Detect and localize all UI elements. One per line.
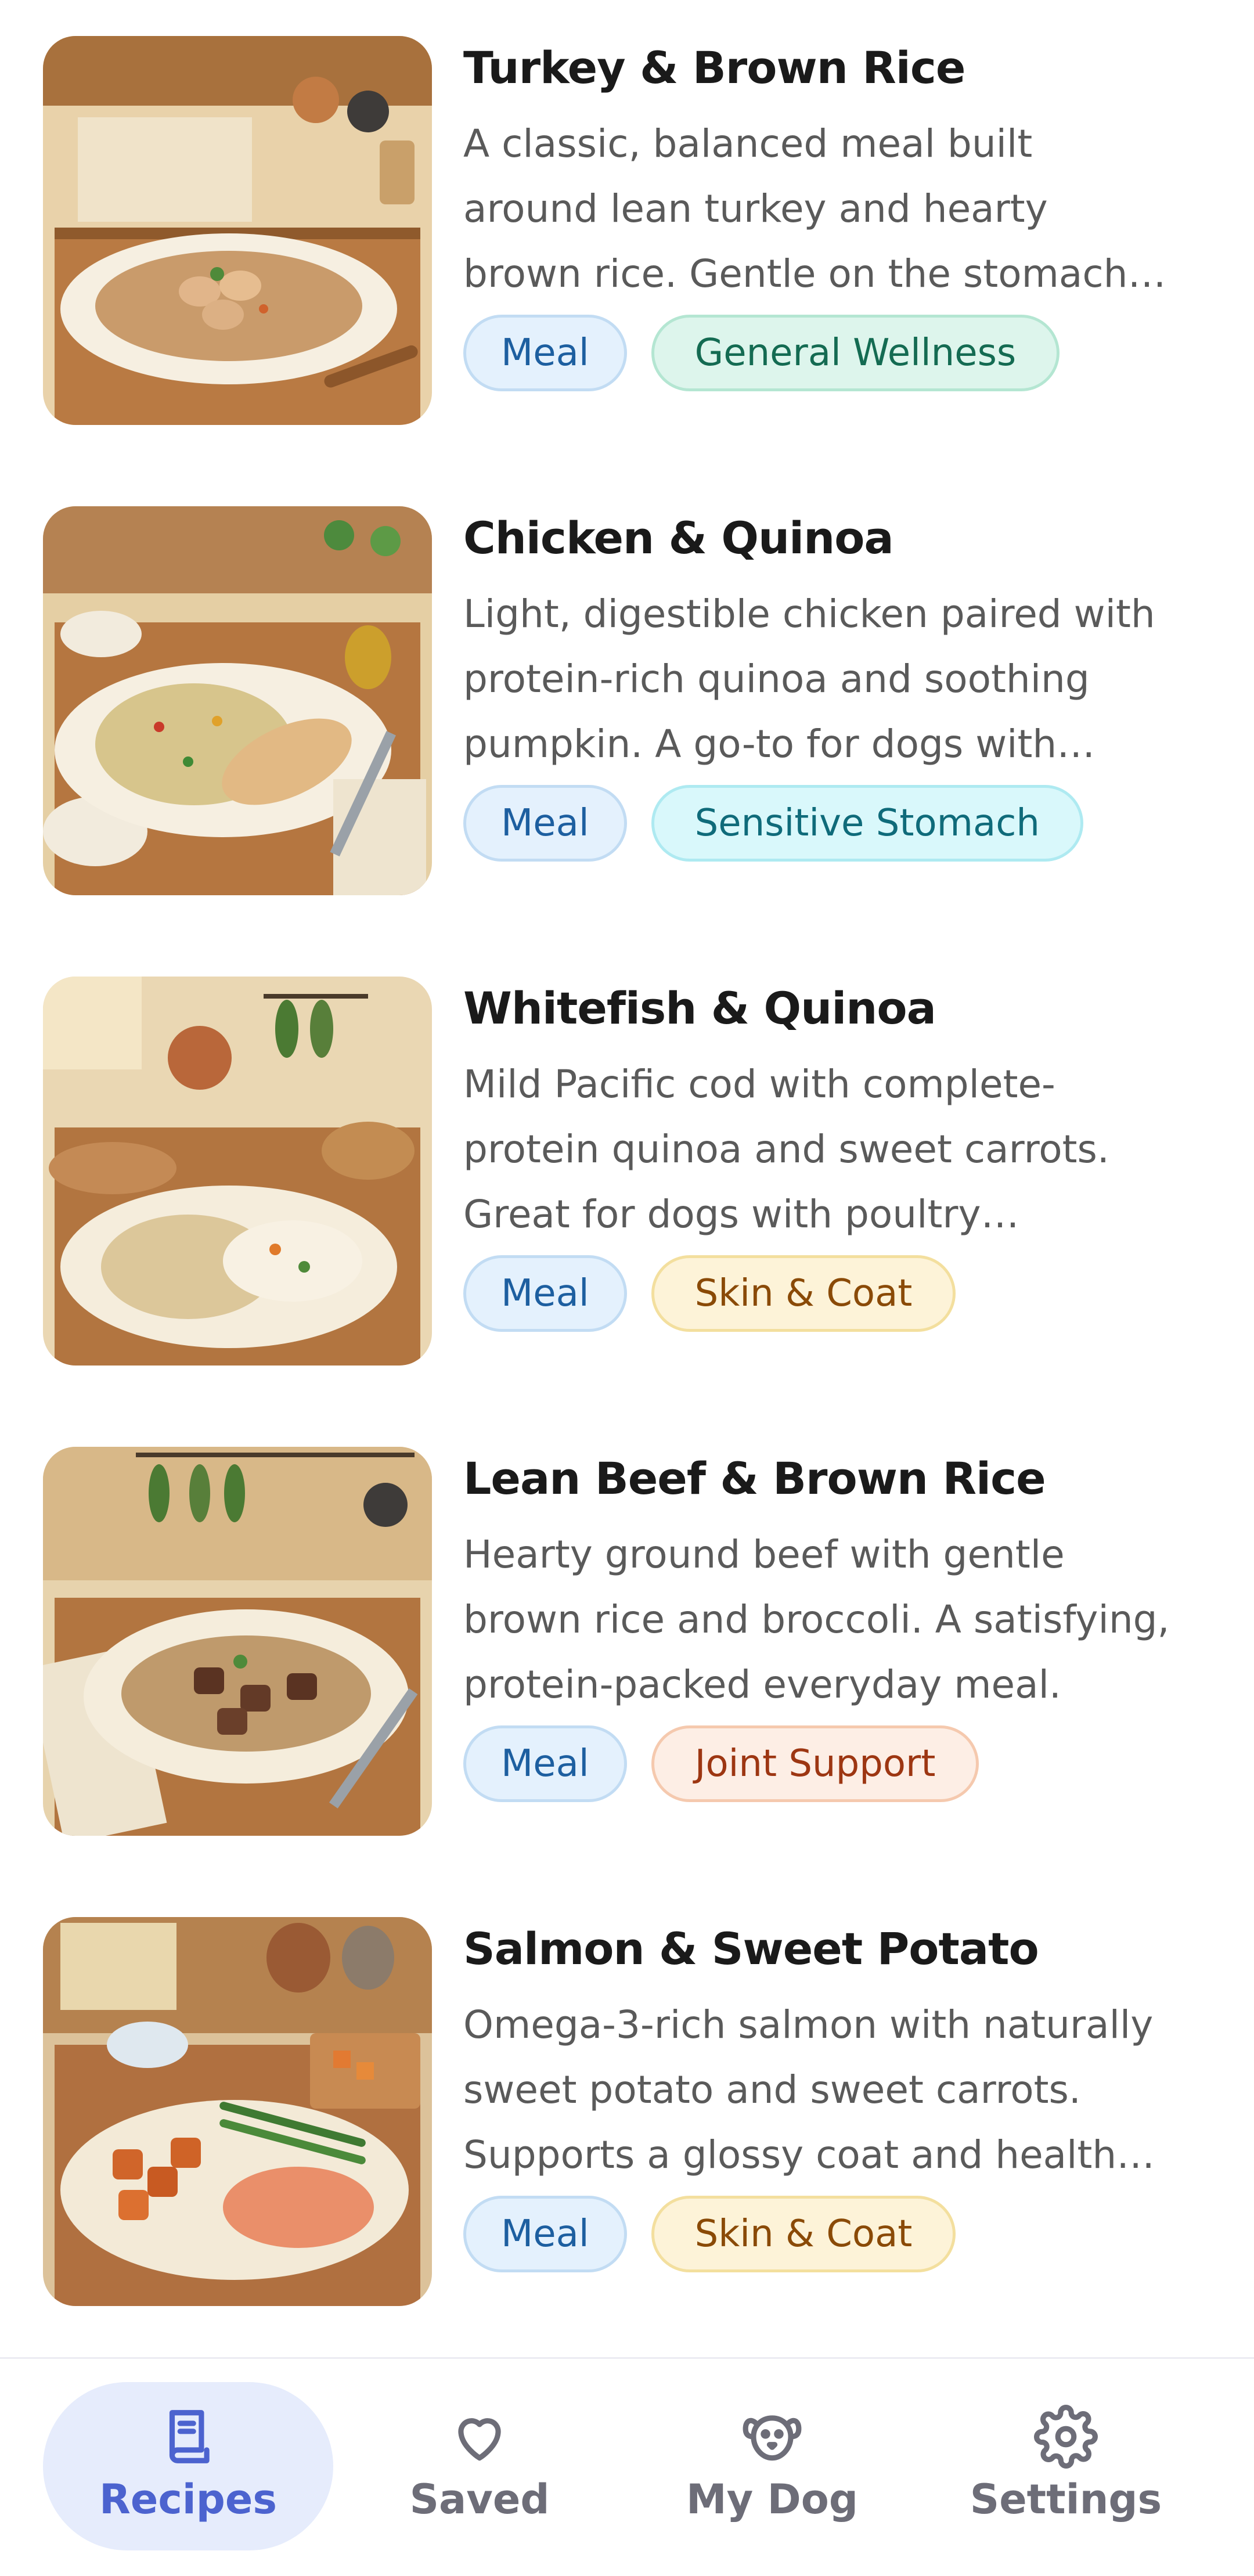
recipe-description: Light, digestible chicken paired with pr… — [463, 592, 1155, 766]
recipe-card[interactable]: Turkey & Brown Rice A classic, balanced … — [0, 35, 1254, 505]
recipe-list-screen: Turkey & Brown Rice A classic, balanced … — [0, 0, 1254, 2576]
nav-tab-saved[interactable]: Saved — [334, 2382, 625, 2550]
food-illustration — [43, 977, 432, 1366]
recipe-description: A classic, balanced meal built around le… — [463, 121, 1128, 296]
food-illustration — [43, 506, 432, 895]
food-illustration — [43, 1917, 432, 2306]
recipe-description: Omega-3-rich salmon with naturally sweet… — [463, 2002, 1154, 2177]
recipe-tags: Meal Skin & Coat — [463, 1255, 956, 1332]
recipe-tags: Meal Skin & Coat — [463, 2196, 956, 2272]
nav-tab-recipes[interactable]: Recipes — [43, 2382, 333, 2550]
recipe-card[interactable]: Lean Beef & Brown Rice Hearty ground bee… — [0, 1446, 1254, 1916]
recipe-thumbnail[interactable] — [43, 1447, 432, 1836]
nav-label-my-dog: My Dog — [686, 2476, 858, 2523]
food-illustration — [43, 36, 432, 425]
tag-skin-coat: Skin & Coat — [651, 1255, 956, 1332]
tag-meal: Meal — [463, 1255, 627, 1332]
nav-tab-settings[interactable]: Settings — [921, 2382, 1211, 2550]
gear-icon — [1034, 2405, 1098, 2469]
tag-meal: Meal — [463, 2196, 627, 2272]
recipe-title: Salmon & Sweet Potato — [463, 1923, 1039, 1975]
dog-face-icon — [740, 2405, 804, 2469]
recipe-tags: Meal Joint Support — [463, 1725, 979, 1802]
tag-joint-support: Joint Support — [651, 1725, 979, 1802]
recipe-thumbnail[interactable] — [43, 1917, 432, 2306]
recipe-card[interactable]: Whitefish & Quinoa Mild Pacific cod with… — [0, 975, 1254, 1446]
recipe-tags: Meal General Wellness — [463, 315, 1060, 391]
food-illustration — [43, 1447, 432, 1836]
heart-icon — [448, 2405, 511, 2469]
recipe-title: Lean Beef & Brown Rice — [463, 1453, 1046, 1504]
nav-label-settings: Settings — [970, 2476, 1162, 2523]
tag-meal: Meal — [463, 785, 627, 862]
nav-label-saved: Saved — [409, 2476, 550, 2523]
recipe-thumbnail[interactable] — [43, 506, 432, 895]
recipe-card[interactable]: Chicken & Quinoa Light, digestible chick… — [0, 505, 1254, 975]
recipe-description: Hearty ground beef with gentle brown ric… — [463, 1532, 1170, 1707]
recipe-thumbnail[interactable] — [43, 36, 432, 425]
nav-label-recipes: Recipes — [99, 2476, 278, 2523]
bottom-navigation-bar: Recipes Saved My Dog Settings — [0, 2357, 1254, 2576]
recipe-card[interactable]: Salmon & Sweet Potato Omega-3-rich salmo… — [0, 1916, 1254, 2386]
tag-general-wellness: General Wellness — [651, 315, 1060, 391]
tag-skin-coat: Skin & Coat — [651, 2196, 956, 2272]
recipe-book-icon — [156, 2405, 220, 2469]
tag-meal: Meal — [463, 1725, 627, 1802]
recipe-title: Turkey & Brown Rice — [463, 42, 965, 93]
tag-sensitive-stomach: Sensitive Stomach — [651, 785, 1083, 862]
recipe-title: Whitefish & Quinoa — [463, 982, 936, 1034]
recipe-tags: Meal Sensitive Stomach — [463, 785, 1083, 862]
recipe-thumbnail[interactable] — [43, 977, 432, 1366]
recipe-title: Chicken & Quinoa — [463, 512, 894, 564]
tag-meal: Meal — [463, 315, 627, 391]
recipe-description: Mild Pacific cod with complete-protein q… — [463, 1062, 1109, 1237]
nav-tab-my-dog[interactable]: My Dog — [627, 2382, 917, 2550]
